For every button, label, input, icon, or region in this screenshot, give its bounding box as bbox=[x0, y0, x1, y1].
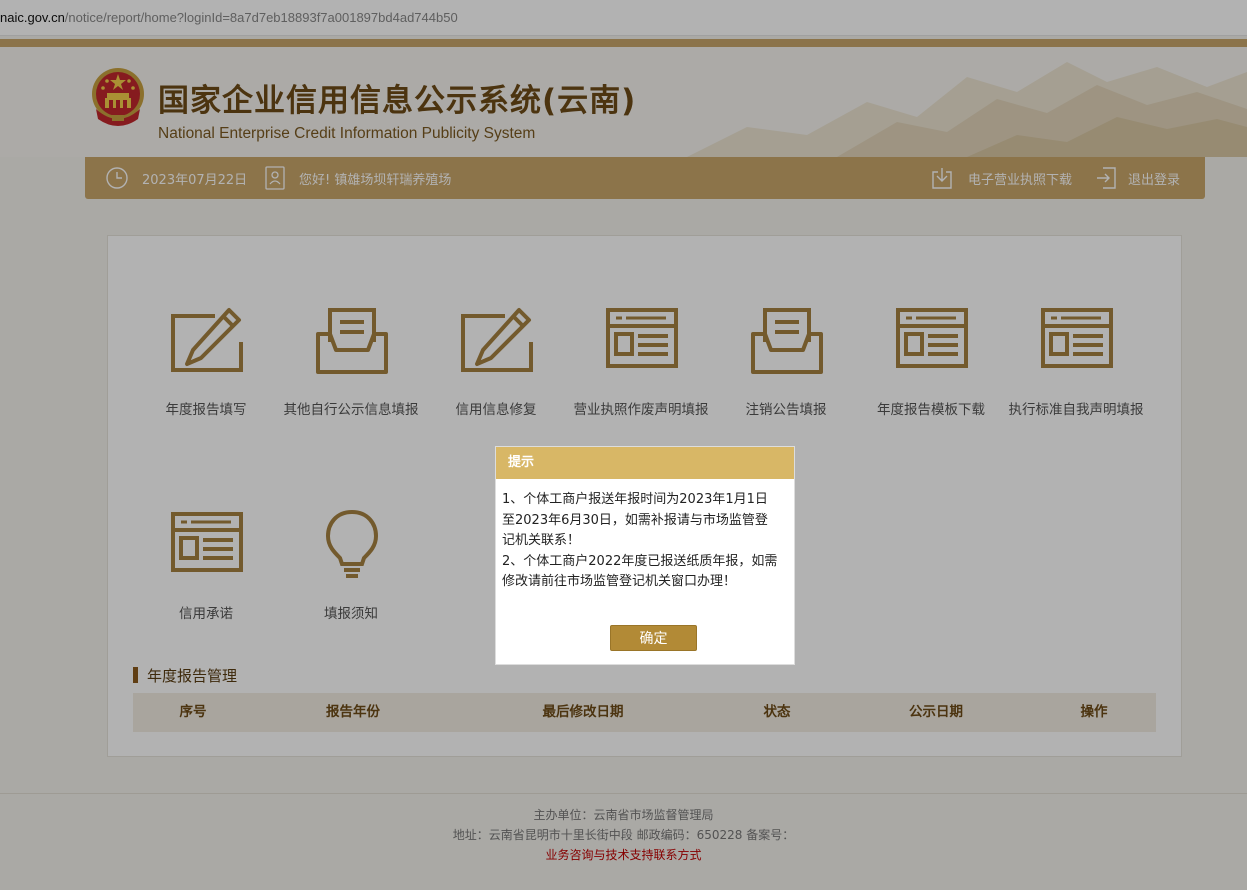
dialog-line: 至2023年6月30日，如需补报请与市场监管登 bbox=[502, 512, 768, 528]
dialog-message: 1、个体工商户报送年报时间为2023年1月1日 至2023年6月30日，如需补报… bbox=[502, 490, 790, 593]
dialog-line: 修改请前往市场监管登记机关窗口办理！ bbox=[502, 574, 737, 589]
confirm-button[interactable]: 确定 bbox=[610, 625, 697, 651]
notice-dialog: 提示 1、个体工商户报送年报时间为2023年1月1日 至2023年6月30日，如… bbox=[495, 446, 795, 665]
dialog-line: 1、个体工商户报送年报时间为2023年1月1日 bbox=[502, 492, 768, 507]
dialog-line: 记机关联系！ bbox=[502, 533, 581, 548]
dialog-title: 提示 bbox=[496, 447, 794, 479]
modal-overlay bbox=[0, 0, 1247, 890]
dialog-line: 2、个体工商户2022年度已报送纸质年报，如需 bbox=[502, 553, 778, 569]
